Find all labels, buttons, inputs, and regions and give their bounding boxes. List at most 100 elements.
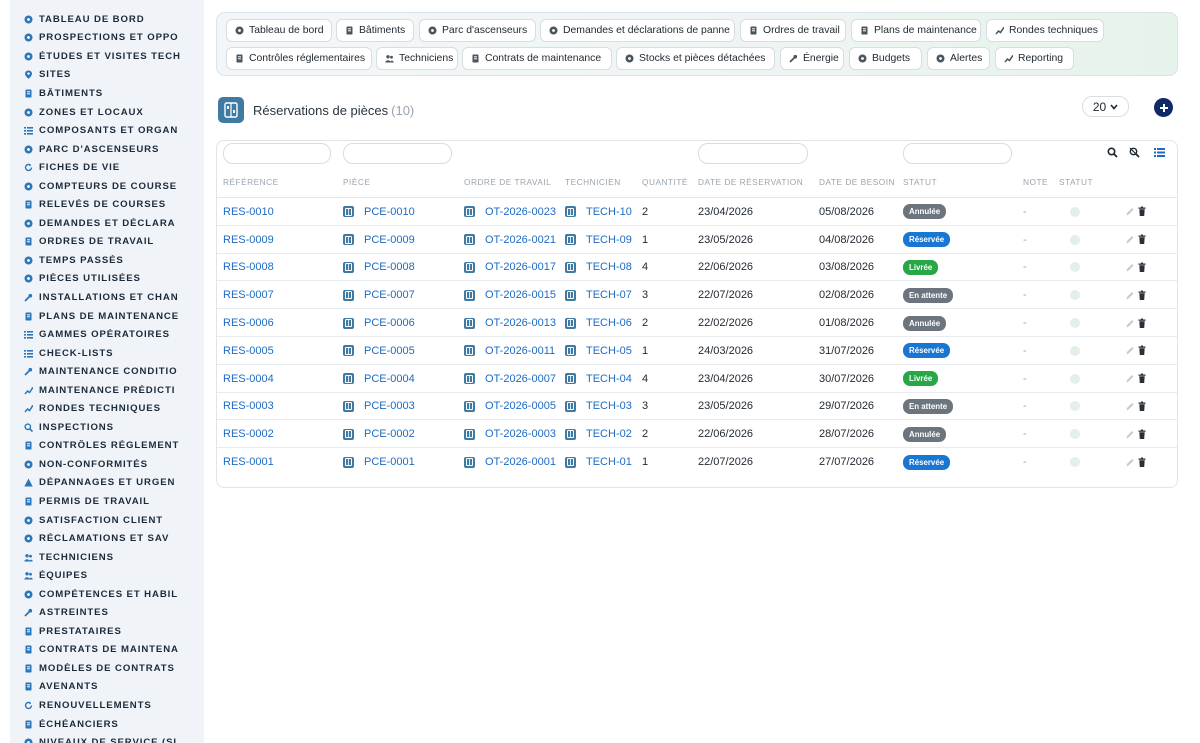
work-order-link[interactable]: OT-2026-0011 <box>485 345 555 357</box>
technician-link[interactable]: TECH-04 <box>586 373 632 385</box>
sidebar-item[interactable]: RENOUVELLEMENTS <box>10 696 204 715</box>
edit-icon[interactable] <box>1125 262 1135 273</box>
nav-tab[interactable]: Stocks et pièces détachées <box>616 47 775 70</box>
table-row[interactable]: RES-0010 PCE-0010 OT-2026-0023 TECH-10 2 23/0… <box>217 197 1177 225</box>
header-statut-2[interactable]: STATUT <box>1059 177 1093 187</box>
work-order-link[interactable]: OT-2026-0007 <box>485 373 556 385</box>
nav-tab[interactable]: Contrats de maintenance <box>462 47 612 70</box>
filter-date-reservation-input[interactable] <box>698 143 808 164</box>
header-date-besoin[interactable]: DATE DE BESOIN <box>819 177 895 187</box>
edit-icon[interactable] <box>1125 290 1135 301</box>
piece-link[interactable]: PCE-0008 <box>364 261 415 273</box>
sidebar-item[interactable]: PARC D'ASCENSEURS <box>10 140 204 159</box>
sidebar-item[interactable]: DEMANDES ET DÉCLARA <box>10 214 204 233</box>
reference-link[interactable]: RES-0002 <box>223 428 274 440</box>
filter-statut-input[interactable] <box>903 143 1012 164</box>
work-order-link[interactable]: OT-2026-0003 <box>485 428 556 440</box>
nav-tab[interactable]: Contrôles réglementaires <box>226 47 372 70</box>
sidebar-item[interactable]: MAINTENANCE PRÉDICTI <box>10 381 204 400</box>
sidebar-item[interactable]: NIVEAUX DE SERVICE (SL <box>10 733 204 743</box>
sidebar-item[interactable]: AVENANTS <box>10 678 204 697</box>
sidebar-item[interactable]: TABLEAU DE BORD <box>10 10 204 29</box>
sidebar-item[interactable]: NON-CONFORMITÉS <box>10 455 204 474</box>
header-piece[interactable]: PIÈCE <box>343 177 370 187</box>
delete-icon[interactable] <box>1137 345 1147 356</box>
sidebar-item[interactable]: CHECK-LISTS <box>10 344 204 363</box>
reference-link[interactable]: RES-0008 <box>223 261 274 273</box>
nav-tab[interactable]: Ordres de travail <box>740 19 846 42</box>
delete-icon[interactable] <box>1137 206 1147 217</box>
work-order-link[interactable]: OT-2026-0023 <box>485 206 556 218</box>
table-row[interactable]: RES-0004 PCE-0004 OT-2026-0007 TECH-04 4 23/0… <box>217 363 1177 392</box>
sidebar-item[interactable]: MODÈLES DE CONTRATS <box>10 659 204 678</box>
piece-link[interactable]: PCE-0009 <box>364 234 415 246</box>
sidebar-item[interactable]: COMPTEURS DE COURSE <box>10 177 204 196</box>
work-order-link[interactable]: OT-2026-0017 <box>485 261 556 273</box>
edit-icon[interactable] <box>1125 457 1135 468</box>
table-row[interactable]: RES-0001 PCE-0001 OT-2026-0001 TECH-01 1 22/0… <box>217 447 1177 475</box>
sidebar-item[interactable]: ÉQUIPES <box>10 566 204 585</box>
reference-link[interactable]: RES-0010 <box>223 206 274 218</box>
table-row[interactable]: RES-0003 PCE-0003 OT-2026-0005 TECH-03 3 23/0… <box>217 391 1177 420</box>
piece-link[interactable]: PCE-0002 <box>364 428 415 440</box>
piece-link[interactable]: PCE-0003 <box>364 400 415 412</box>
sidebar-item[interactable]: COMPÉTENCES ET HABIL <box>10 585 204 604</box>
sidebar-item[interactable]: SITES <box>10 66 204 85</box>
nav-tab[interactable]: Budgets <box>849 47 922 70</box>
sidebar-item[interactable]: ASTREINTES <box>10 604 204 623</box>
sidebar-item[interactable]: PLANS DE MAINTENANCE <box>10 307 204 326</box>
table-row[interactable]: RES-0002 PCE-0002 OT-2026-0003 TECH-02 2 22/0… <box>217 419 1177 447</box>
reference-link[interactable]: RES-0007 <box>223 289 274 301</box>
work-order-link[interactable]: OT-2026-0013 <box>485 317 556 329</box>
technician-link[interactable]: TECH-09 <box>586 234 632 246</box>
sidebar-item[interactable]: PERMIS DE TRAVAIL <box>10 492 204 511</box>
sidebar-item[interactable]: PROSPECTIONS ET OPPO <box>10 29 204 48</box>
technician-link[interactable]: TECH-01 <box>586 456 632 468</box>
sidebar-item[interactable]: RELEVÉS DE COURSES <box>10 195 204 214</box>
sidebar-item[interactable]: PRESTATAIRES <box>10 622 204 641</box>
technician-link[interactable]: TECH-10 <box>586 206 632 218</box>
delete-icon[interactable] <box>1137 234 1147 245</box>
nav-tab[interactable]: Tableau de bord <box>226 19 332 42</box>
piece-link[interactable]: PCE-0007 <box>364 289 415 301</box>
nav-tab[interactable]: Techniciens <box>376 47 458 70</box>
sidebar-item[interactable]: INSTALLATIONS ET CHAN <box>10 288 204 307</box>
reference-link[interactable]: RES-0004 <box>223 373 274 385</box>
header-note[interactable]: NOTE <box>1023 177 1048 187</box>
piece-link[interactable]: PCE-0004 <box>364 373 415 385</box>
nav-tab[interactable]: Énergie <box>780 47 844 70</box>
delete-icon[interactable] <box>1137 401 1147 412</box>
piece-link[interactable]: PCE-0006 <box>364 317 415 329</box>
delete-icon[interactable] <box>1137 318 1147 329</box>
work-order-link[interactable]: OT-2026-0005 <box>485 400 556 412</box>
technician-link[interactable]: TECH-02 <box>586 428 632 440</box>
edit-icon[interactable] <box>1125 318 1135 329</box>
delete-icon[interactable] <box>1137 290 1147 301</box>
edit-icon[interactable] <box>1125 345 1135 356</box>
nav-tab[interactable]: Reporting <box>995 47 1074 70</box>
sidebar-item[interactable]: RONDES TECHNIQUES <box>10 399 204 418</box>
reference-link[interactable]: RES-0001 <box>223 456 274 468</box>
sidebar-item[interactable]: ÉCHÉANCIERS <box>10 715 204 734</box>
reference-link[interactable]: RES-0009 <box>223 234 274 246</box>
table-row[interactable]: RES-0009 PCE-0009 OT-2026-0021 TECH-09 1 23/0… <box>217 224 1177 253</box>
work-order-link[interactable]: OT-2026-0015 <box>485 289 556 301</box>
delete-icon[interactable] <box>1137 429 1147 440</box>
sidebar-item[interactable]: RÉCLAMATIONS ET SAV <box>10 529 204 548</box>
edit-icon[interactable] <box>1125 429 1135 440</box>
header-technicien[interactable]: TECHNICIEN <box>565 177 621 187</box>
delete-icon[interactable] <box>1137 262 1147 273</box>
nav-tab[interactable]: Alertes <box>927 47 990 70</box>
sidebar-item[interactable]: ÉTUDES ET VISITES TECH <box>10 47 204 66</box>
sidebar-item[interactable]: PIÈCES UTILISÉES <box>10 270 204 289</box>
header-date-reservation[interactable]: DATE DE RÉSERVATION <box>698 177 803 187</box>
sidebar-item[interactable]: MAINTENANCE CONDITIO <box>10 362 204 381</box>
sidebar-item[interactable]: DÉPANNAGES ET URGEN <box>10 474 204 493</box>
technician-link[interactable]: TECH-06 <box>586 317 632 329</box>
edit-icon[interactable] <box>1125 206 1135 217</box>
technician-link[interactable]: TECH-08 <box>586 261 632 273</box>
nav-tab[interactable]: Plans de maintenance <box>851 19 981 42</box>
filter-reference-input[interactable] <box>223 143 331 164</box>
sidebar-item[interactable]: FICHES DE VIE <box>10 158 204 177</box>
add-reservation-button[interactable] <box>1154 98 1173 117</box>
